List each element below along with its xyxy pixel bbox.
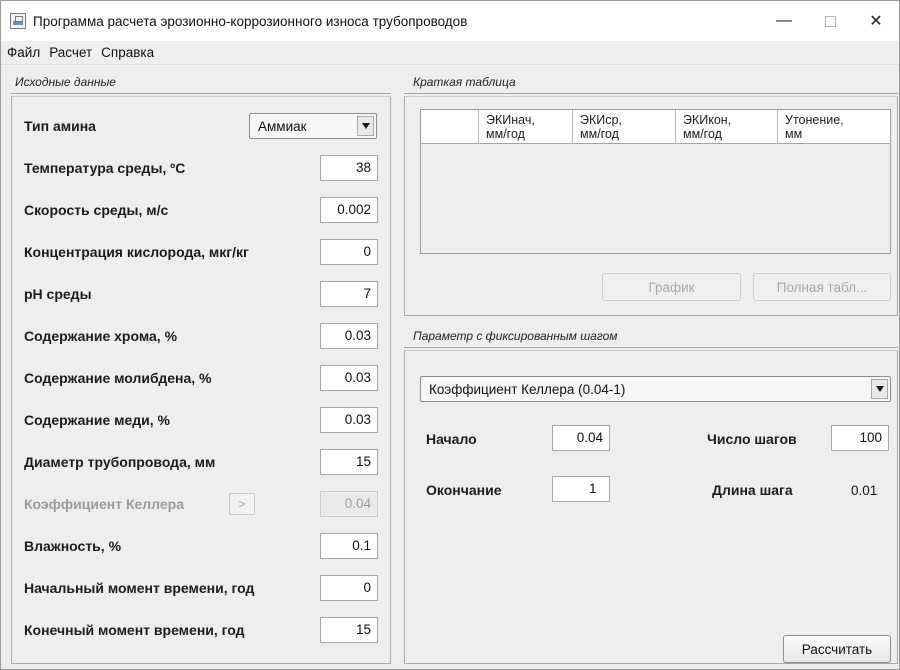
steps-label: Число шагов: [707, 431, 797, 447]
copper-input[interactable]: 0.03: [320, 407, 378, 433]
chart-button[interactable]: График: [602, 273, 741, 301]
start-input[interactable]: 0.04: [552, 425, 610, 451]
param-panel-caption: Параметр с фиксированным шагом: [413, 329, 618, 343]
column-eki-start[interactable]: ЭКИнач, мм/год: [479, 110, 573, 144]
maximize-icon: [824, 15, 836, 27]
summary-table[interactable]: ЭКИнач, мм/год ЭКИср, мм/год ЭКИкон, мм/…: [420, 109, 891, 254]
end-time-row: Конечный момент времени, год 15: [24, 615, 378, 645]
maximize-button[interactable]: [807, 1, 853, 41]
window-controls: — ✕: [761, 1, 899, 41]
oxygen-row: Концентрация кислорода, мкг/кг 0: [24, 237, 378, 267]
molybdenum-input[interactable]: 0.03: [320, 365, 378, 391]
end-time-input[interactable]: 15: [320, 617, 378, 643]
amine-type-select[interactable]: Аммиак: [249, 113, 377, 139]
end-label: Окончание: [426, 482, 502, 498]
start-time-input[interactable]: 0: [320, 575, 378, 601]
diameter-label: Диаметр трубопровода, мм: [24, 454, 216, 470]
copper-row: Содержание меди, % 0.03: [24, 405, 378, 435]
ph-input[interactable]: 7: [320, 281, 378, 307]
full-table-button[interactable]: Полная табл...: [753, 273, 891, 301]
keller-expand-button[interactable]: >: [229, 493, 255, 515]
summary-table-header: ЭКИнач, мм/год ЭКИср, мм/год ЭКИкон, мм/…: [421, 110, 890, 144]
steps-input[interactable]: 100: [831, 425, 889, 451]
ph-row: pH среды 7: [24, 279, 378, 309]
oxygen-label: Концентрация кислорода, мкг/кг: [24, 244, 249, 260]
menu-file[interactable]: Файл: [7, 45, 40, 60]
keller-row: Коэффициент Келлера > 0.04: [24, 489, 378, 519]
diameter-row: Диаметр трубопровода, мм 15: [24, 447, 378, 477]
menu-help[interactable]: Справка: [101, 45, 154, 60]
humidity-label: Влажность, %: [24, 538, 122, 554]
diameter-input[interactable]: 15: [320, 449, 378, 475]
molybdenum-label: Содержание молибдена, %: [24, 370, 212, 386]
chromium-row: Содержание хрома, % 0.03: [24, 321, 378, 351]
chromium-input[interactable]: 0.03: [320, 323, 378, 349]
keller-label: Коэффициент Келлера: [24, 496, 185, 512]
amine-type-label: Тип амина: [24, 118, 96, 134]
copper-label: Содержание меди, %: [24, 412, 171, 428]
amine-type-row: Тип амина Аммиак: [24, 111, 378, 141]
velocity-row: Скорость среды, м/с 0.002: [24, 195, 378, 225]
app-window: Программа расчета эрозионно-коррозионног…: [0, 0, 900, 670]
summary-panel-caption: Краткая таблица: [413, 75, 516, 89]
parameter-select[interactable]: Коэффициент Келлера (0.04-1): [420, 376, 891, 402]
calculate-button[interactable]: Рассчитать: [783, 635, 891, 663]
column-eki-average[interactable]: ЭКИср, мм/год: [573, 110, 676, 144]
oxygen-input[interactable]: 0: [320, 239, 378, 265]
velocity-label: Скорость среды, м/с: [24, 202, 169, 218]
input-panel-caption: Исходные данные: [15, 75, 116, 89]
amine-type-value: Аммиак: [258, 118, 307, 134]
parameter-value: Коэффициент Келлера (0.04-1): [429, 381, 626, 397]
start-label: Начало: [426, 431, 477, 447]
java-app-icon: [10, 13, 26, 29]
end-time-label: Конечный момент времени, год: [24, 622, 245, 638]
chevron-down-icon: [871, 379, 888, 399]
velocity-input[interactable]: 0.002: [320, 197, 378, 223]
title-bar: Программа расчета эрозионно-коррозионног…: [1, 1, 899, 41]
chromium-label: Содержание хрома, %: [24, 328, 178, 344]
input-panel-divider: [11, 93, 391, 94]
end-input[interactable]: 1: [552, 476, 610, 502]
temperature-input[interactable]: 38: [320, 155, 378, 181]
molybdenum-row: Содержание молибдена, % 0.03: [24, 363, 378, 393]
temperature-row: Температура среды, ºC 38: [24, 153, 378, 183]
column-thinning[interactable]: Утонение, мм: [778, 110, 888, 144]
menu-calculate[interactable]: Расчет: [49, 45, 92, 60]
param-panel-divider: [404, 347, 898, 348]
chevron-down-icon: [357, 116, 374, 136]
close-button[interactable]: ✕: [853, 1, 899, 41]
humidity-row: Влажность, % 0.1: [24, 531, 378, 561]
keller-input[interactable]: 0.04: [320, 491, 378, 517]
menu-bar: Файл Расчет Справка: [1, 41, 899, 65]
step-length-value: 0.01: [851, 483, 878, 498]
minimize-button[interactable]: —: [761, 1, 807, 41]
step-length-label: Длина шага: [712, 482, 793, 498]
summary-panel-divider: [404, 93, 898, 94]
column-eki-end[interactable]: ЭКИкон, мм/год: [676, 110, 778, 144]
row-header-column[interactable]: [421, 110, 479, 144]
ph-label: pH среды: [24, 286, 92, 302]
temperature-label: Температура среды, ºC: [24, 160, 186, 176]
window-title: Программа расчета эрозионно-коррозионног…: [33, 13, 468, 29]
start-time-row: Начальный момент времени, год 0: [24, 573, 378, 603]
humidity-input[interactable]: 0.1: [320, 533, 378, 559]
start-time-label: Начальный момент времени, год: [24, 580, 255, 596]
